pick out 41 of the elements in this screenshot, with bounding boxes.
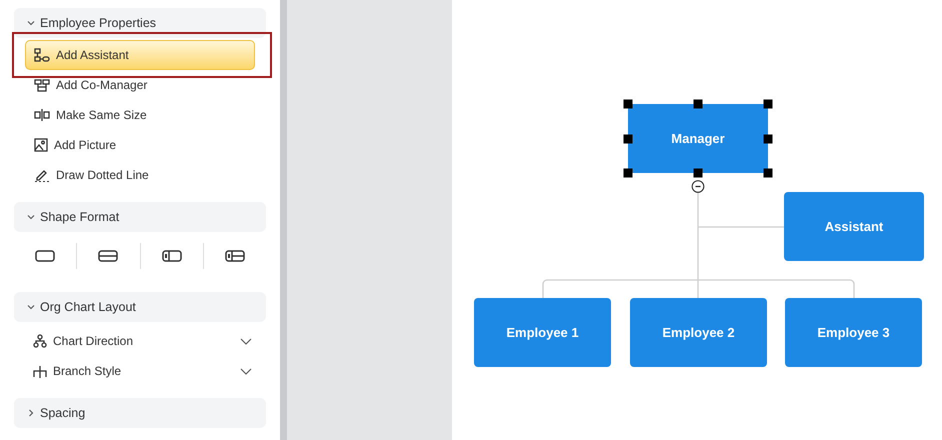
assistant-icon <box>34 48 50 62</box>
section-header[interactable]: Employee Properties <box>14 8 266 38</box>
org-node[interactable]: Manager <box>628 104 768 173</box>
photo-shape-icon <box>162 250 182 262</box>
menu-item[interactable]: Draw Dotted Line <box>25 160 255 190</box>
section-title: Employee Properties <box>40 14 156 32</box>
resize-handle[interactable] <box>624 168 632 178</box>
resize-handle[interactable] <box>764 100 772 108</box>
scrollbar[interactable] <box>280 0 287 440</box>
resize-handle[interactable] <box>694 168 702 178</box>
resize-handle[interactable] <box>764 168 772 178</box>
hierarchy-icon <box>33 334 47 348</box>
section-header[interactable]: Org Chart Layout <box>14 292 266 322</box>
menu-item[interactable]: Add Co-Manager <box>25 70 255 100</box>
collapse-icon[interactable] <box>692 180 704 193</box>
section-title: Org Chart Layout <box>40 298 136 316</box>
menu-item[interactable]: Make Same Size <box>25 100 255 130</box>
branch-icon <box>33 364 47 378</box>
dropdown-row[interactable]: Chart Direction <box>25 326 255 356</box>
rectangle-shape-icon <box>35 250 56 262</box>
photo-split-shape-icon <box>224 250 245 262</box>
resize-handle[interactable] <box>624 100 632 108</box>
section-header[interactable]: Spacing <box>14 398 266 428</box>
pencil-icon <box>34 168 50 182</box>
split-shape-icon <box>98 250 118 262</box>
menu-item[interactable]: Add Assistant <box>25 40 255 70</box>
section-title: Spacing <box>40 404 86 422</box>
co-manager-icon <box>34 78 50 92</box>
org-node[interactable]: Employee 2 <box>630 298 767 367</box>
section-header[interactable]: Shape Format <box>14 202 266 232</box>
org-node[interactable]: Assistant <box>784 192 924 261</box>
resize-handle[interactable] <box>694 100 702 108</box>
org-node[interactable]: Employee 1 <box>474 298 611 367</box>
section-title: Shape Format <box>40 208 120 226</box>
dropdown-row[interactable]: Branch Style <box>25 356 255 386</box>
menu-item[interactable]: Add Picture <box>25 130 255 160</box>
resize-handle[interactable] <box>764 134 772 143</box>
picture-icon <box>34 138 48 152</box>
org-node[interactable]: Employee 3 <box>785 298 922 367</box>
resize-handle[interactable] <box>624 134 632 143</box>
same-size-icon <box>34 108 50 122</box>
